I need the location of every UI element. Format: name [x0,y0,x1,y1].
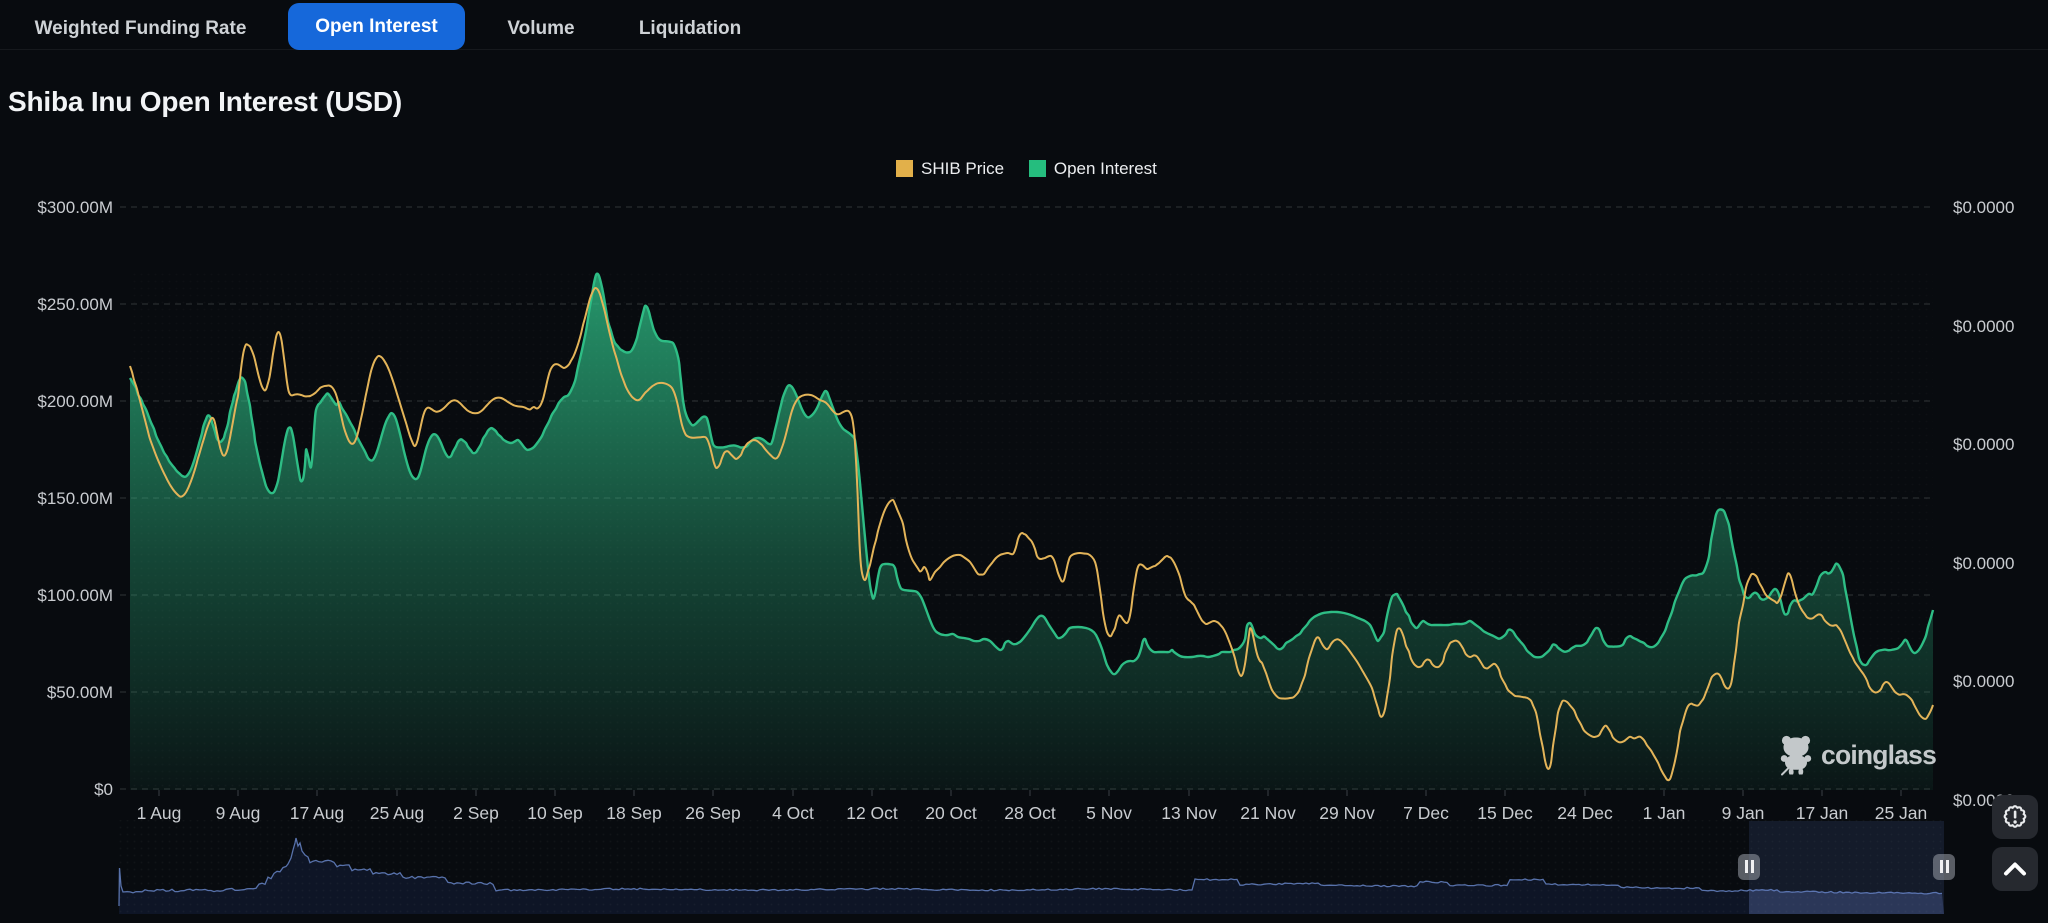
svg-text:coinglass: coinglass [1821,740,1936,770]
